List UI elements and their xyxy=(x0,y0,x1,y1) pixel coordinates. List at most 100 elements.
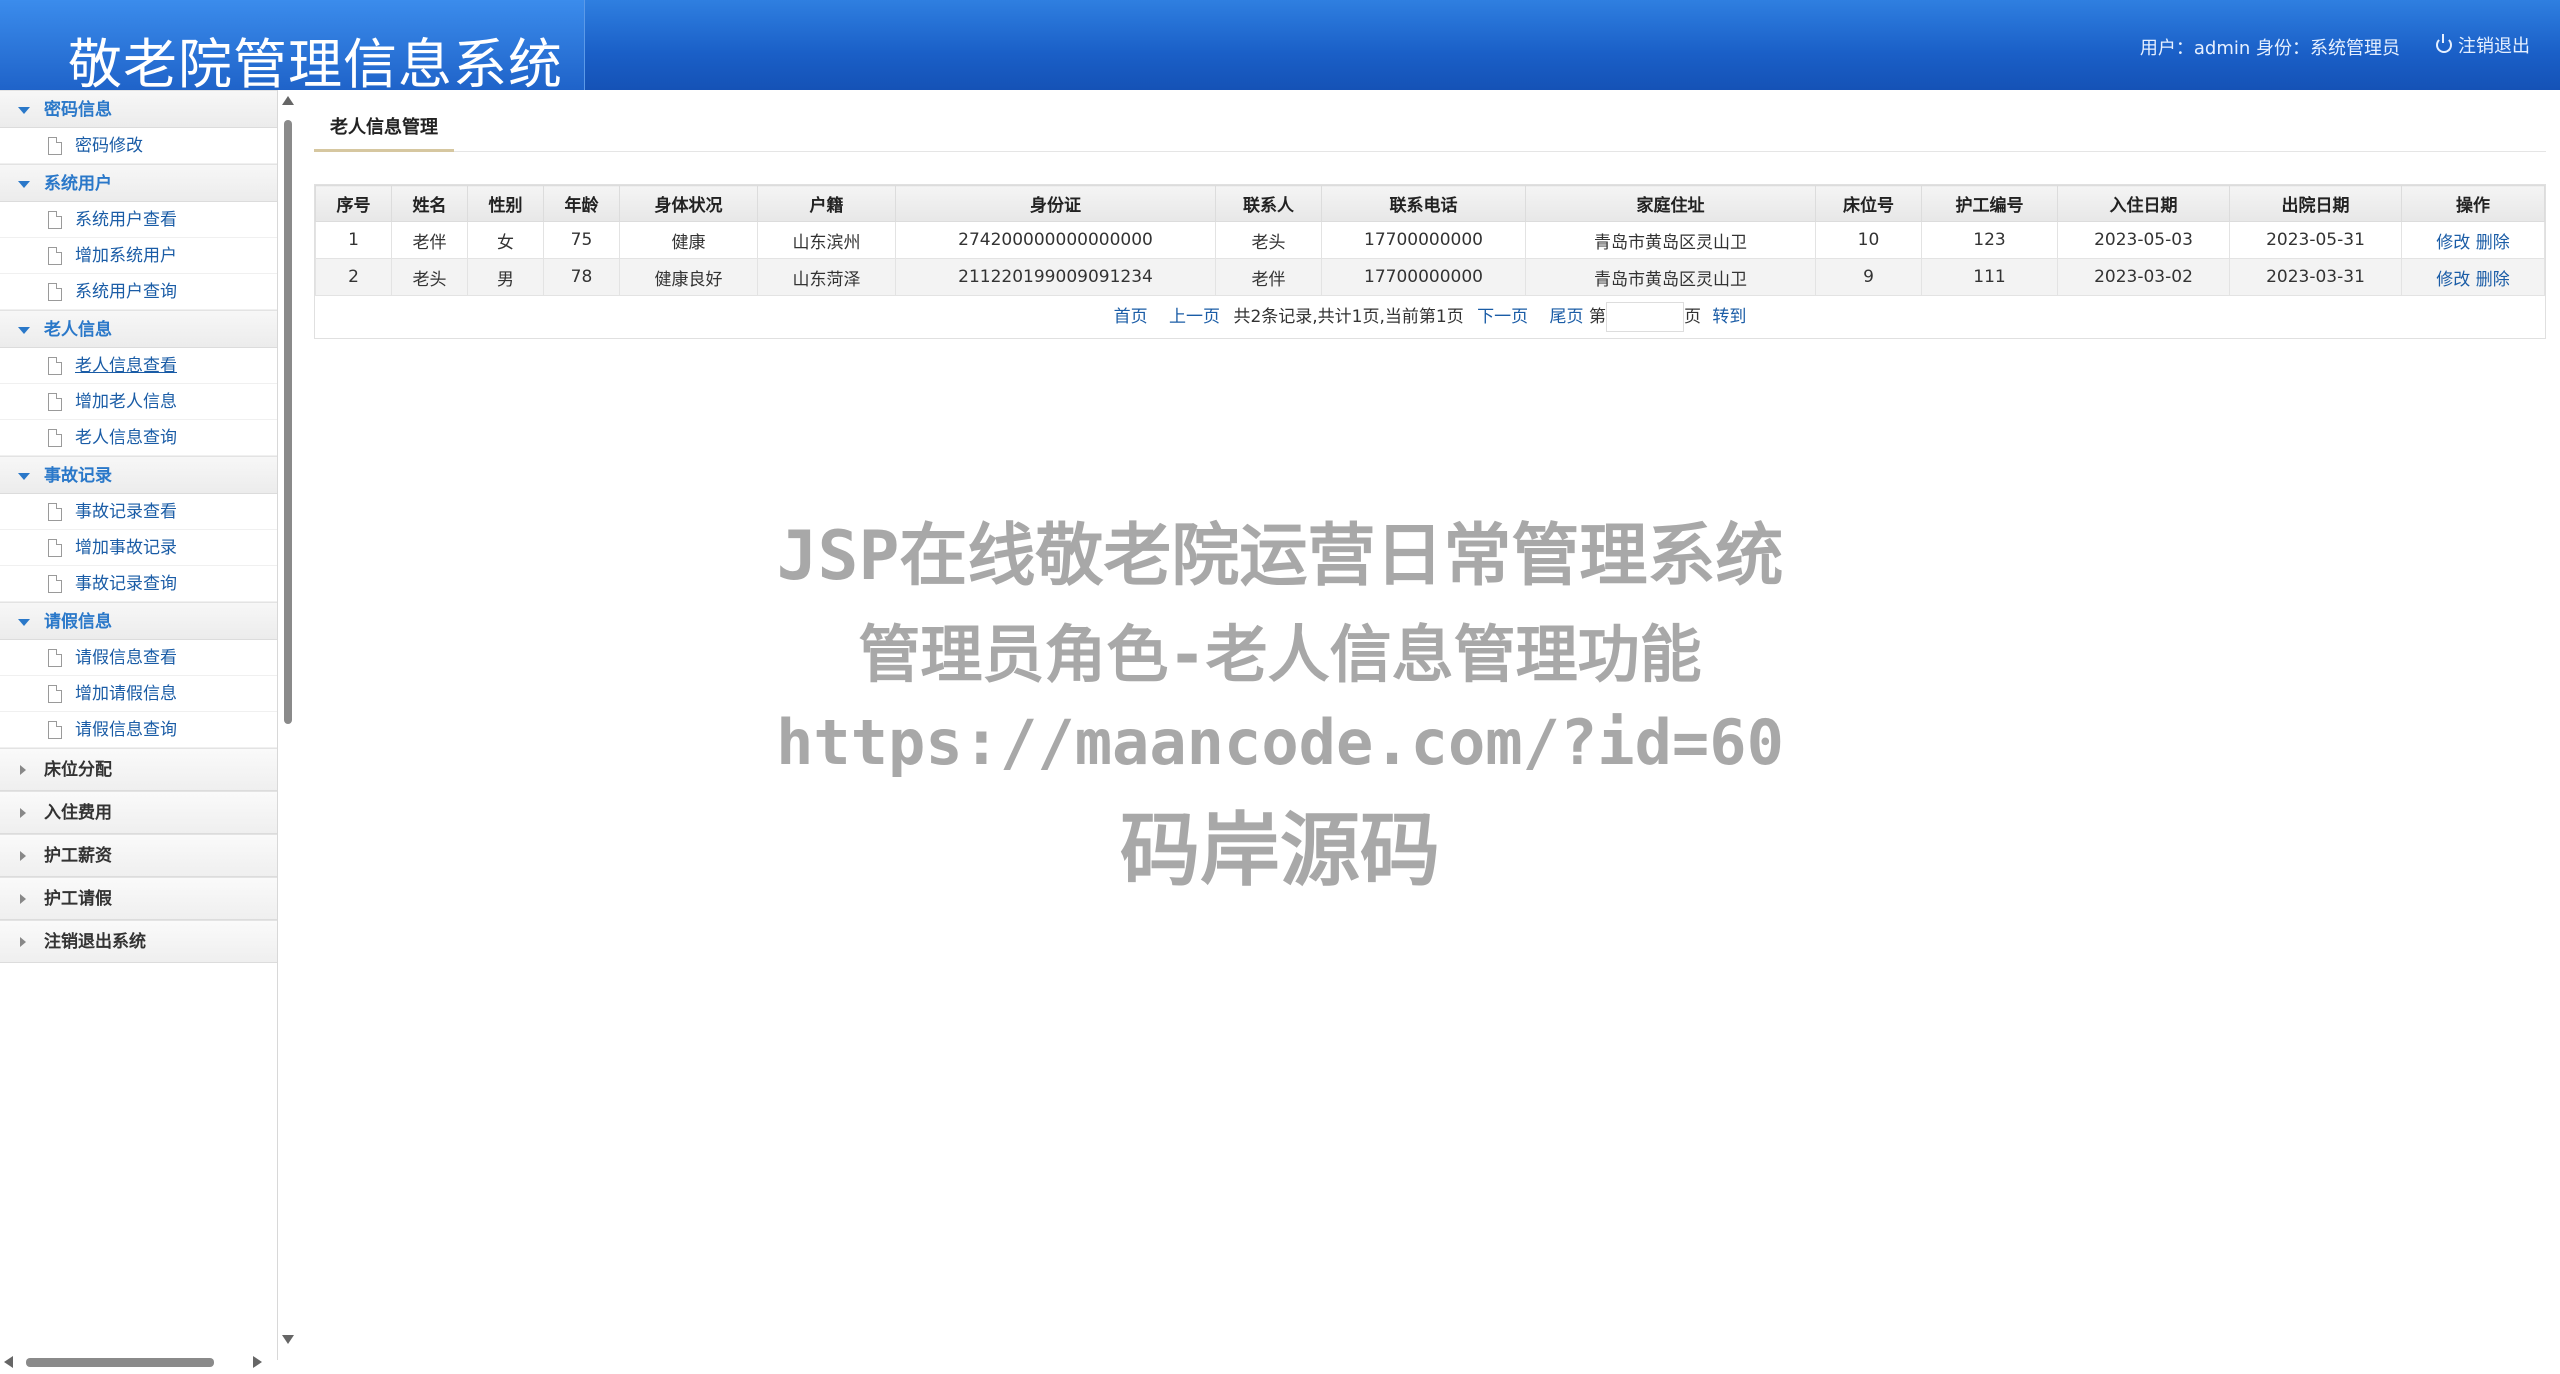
sidebar-group-label: 老人信息 xyxy=(44,320,112,340)
table-row: 1 老伴 女 75 健康 山东滨州 274200000000000000 老头 … xyxy=(315,221,2545,259)
cell-hometown: 山东菏泽 xyxy=(757,258,896,296)
sidebar-item-label: 系统用户查询 xyxy=(75,282,177,302)
sidebar-group-password[interactable]: 密码信息 xyxy=(0,90,277,128)
sidebar-item-label: 密码修改 xyxy=(75,136,143,156)
document-icon xyxy=(48,283,62,301)
first-page-link[interactable]: 首页 xyxy=(1114,307,1148,327)
scroll-down-arrow-icon[interactable] xyxy=(282,1335,294,1344)
goto-page-link[interactable]: 转到 xyxy=(1712,307,1746,327)
col-header: 出院日期 xyxy=(2229,185,2402,222)
cell-index: 2 xyxy=(315,258,392,296)
sidebar-item-query-elders[interactable]: 老人信息查询 xyxy=(0,420,277,456)
cell-name: 老伴 xyxy=(391,221,468,259)
cell-hometown: 山东滨州 xyxy=(757,221,896,259)
cell-bed: 9 xyxy=(1815,258,1922,296)
document-icon xyxy=(48,247,62,265)
sidebar-item-add-user[interactable]: 增加系统用户 xyxy=(0,238,277,274)
sidebar-item-query-users[interactable]: 系统用户查询 xyxy=(0,274,277,310)
sidebar-group-system-users[interactable]: 系统用户 xyxy=(0,164,277,202)
logout-label: 注销退出 xyxy=(2458,36,2530,57)
sidebar-horizontal-scrollbar[interactable] xyxy=(0,1352,278,1372)
cell-gender: 女 xyxy=(467,221,544,259)
last-page-link[interactable]: 尾页 xyxy=(1550,307,1584,327)
cell-age: 75 xyxy=(543,221,620,259)
expanded-triangle-icon xyxy=(18,473,30,480)
document-icon xyxy=(48,393,62,411)
document-icon xyxy=(48,429,62,447)
pagination: 首页 上一页 共2条记录,共计1页,当前第1页 下一页 尾页 第 页 转到 xyxy=(315,296,2545,338)
cell-health: 健康良好 xyxy=(619,258,758,296)
logout-button[interactable]: 注销退出 xyxy=(2436,32,2530,58)
watermark-line-2: 管理员角色-老人信息管理功能 xyxy=(858,618,1702,691)
delete-link[interactable]: 删除 xyxy=(2476,233,2510,253)
col-header: 护工编号 xyxy=(1921,185,2058,222)
col-header: 户籍 xyxy=(757,185,896,222)
tab-bar: 老人信息管理 xyxy=(314,104,2546,152)
collapsed-triangle-icon xyxy=(20,937,26,947)
page-number-input[interactable] xyxy=(1605,302,1684,332)
sidebar-item-change-password[interactable]: 密码修改 xyxy=(0,128,277,164)
elder-table-container: 序号 姓名 性别 年龄 身体状况 户籍 身份证 联系人 联系电话 家庭住址 床位… xyxy=(314,184,2546,339)
sidebar-item-view-elders[interactable]: 老人信息查看 xyxy=(0,348,277,384)
prev-page-link[interactable]: 上一页 xyxy=(1169,307,1220,327)
edit-link[interactable]: 修改 xyxy=(2436,233,2470,253)
page-prefix: 第 xyxy=(1588,307,1606,327)
col-header: 家庭住址 xyxy=(1525,185,1816,222)
document-icon xyxy=(48,357,62,375)
sidebar-group-logout[interactable]: 注销退出系统 xyxy=(0,920,277,963)
col-header: 床位号 xyxy=(1815,185,1922,222)
cell-checkout: 2023-03-31 xyxy=(2229,258,2402,296)
cell-id-card: 211220199009091234 xyxy=(895,258,1216,296)
expanded-triangle-icon xyxy=(18,107,30,114)
col-header: 性别 xyxy=(467,185,544,222)
scrollbar-thumb[interactable] xyxy=(26,1358,214,1367)
elder-table: 序号 姓名 性别 年龄 身体状况 户籍 身份证 联系人 联系电话 家庭住址 床位… xyxy=(315,185,2545,296)
expanded-triangle-icon xyxy=(18,181,30,188)
page-summary: 共2条记录,共计1页,当前第1页 xyxy=(1233,307,1464,327)
cell-contact: 老伴 xyxy=(1215,258,1322,296)
user-info: 用户：admin 身份：系统管理员 xyxy=(2139,38,2400,59)
tab-elder-management[interactable]: 老人信息管理 xyxy=(314,104,454,152)
col-header: 身体状况 xyxy=(619,185,758,222)
watermark-line-1: JSP在线敬老院运营日常管理系统 xyxy=(776,517,1784,596)
col-header: 身份证 xyxy=(895,185,1216,222)
watermark-line-3: https://maancode.com/?id=60 xyxy=(776,706,1784,779)
main-content: 老人信息管理 序号 姓名 性别 年龄 身体状况 户籍 身份证 联系人 联系电话 … xyxy=(314,104,2546,339)
next-page-link[interactable]: 下一页 xyxy=(1477,307,1528,327)
delete-link[interactable]: 删除 xyxy=(2476,270,2510,290)
logo-area: 敬老院管理信息系统 xyxy=(0,0,585,96)
scroll-left-arrow-icon[interactable] xyxy=(4,1356,13,1368)
sidebar-group-label: 事故记录 xyxy=(44,466,112,486)
sidebar-group-accidents[interactable]: 事故记录 xyxy=(0,456,277,494)
scroll-right-arrow-icon[interactable] xyxy=(253,1356,262,1368)
cell-bed: 10 xyxy=(1815,221,1922,259)
sidebar-item-view-users[interactable]: 系统用户查看 xyxy=(0,202,277,238)
cell-caregiver: 111 xyxy=(1921,258,2058,296)
sidebar-item-label: 增加老人信息 xyxy=(75,392,177,412)
sidebar-item-add-elder[interactable]: 增加老人信息 xyxy=(0,384,277,420)
scroll-up-arrow-icon[interactable] xyxy=(282,96,294,105)
sidebar-group-elder-info[interactable]: 老人信息 xyxy=(0,310,277,348)
cell-address: 青岛市黄岛区灵山卫 xyxy=(1525,258,1816,296)
cell-checkout: 2023-05-31 xyxy=(2229,221,2402,259)
sidebar-item-label: 系统用户查看 xyxy=(75,210,177,230)
page-suffix: 页 xyxy=(1683,307,1701,327)
header: 敬老院管理信息系统 用户：admin 身份：系统管理员 注销退出 xyxy=(0,0,2560,96)
cell-checkin: 2023-03-02 xyxy=(2057,258,2230,296)
cell-actions: 修改 删除 xyxy=(2401,221,2545,259)
cell-gender: 男 xyxy=(467,258,544,296)
power-icon xyxy=(2436,34,2452,53)
sidebar-group-label: 密码信息 xyxy=(44,100,112,120)
col-header: 姓名 xyxy=(391,185,468,222)
col-header: 操作 xyxy=(2401,185,2545,222)
cell-index: 1 xyxy=(315,221,392,259)
col-header: 年龄 xyxy=(543,185,620,222)
edit-link[interactable]: 修改 xyxy=(2436,270,2470,290)
cell-id-card: 274200000000000000 xyxy=(895,221,1216,259)
cell-name: 老头 xyxy=(391,258,468,296)
app-title: 敬老院管理信息系统 xyxy=(68,33,563,96)
col-header: 联系电话 xyxy=(1321,185,1526,222)
table-row: 2 老头 男 78 健康良好 山东菏泽 211220199009091234 老… xyxy=(315,258,2545,296)
sidebar-group-label: 注销退出系统 xyxy=(44,932,146,952)
document-icon xyxy=(48,137,62,155)
